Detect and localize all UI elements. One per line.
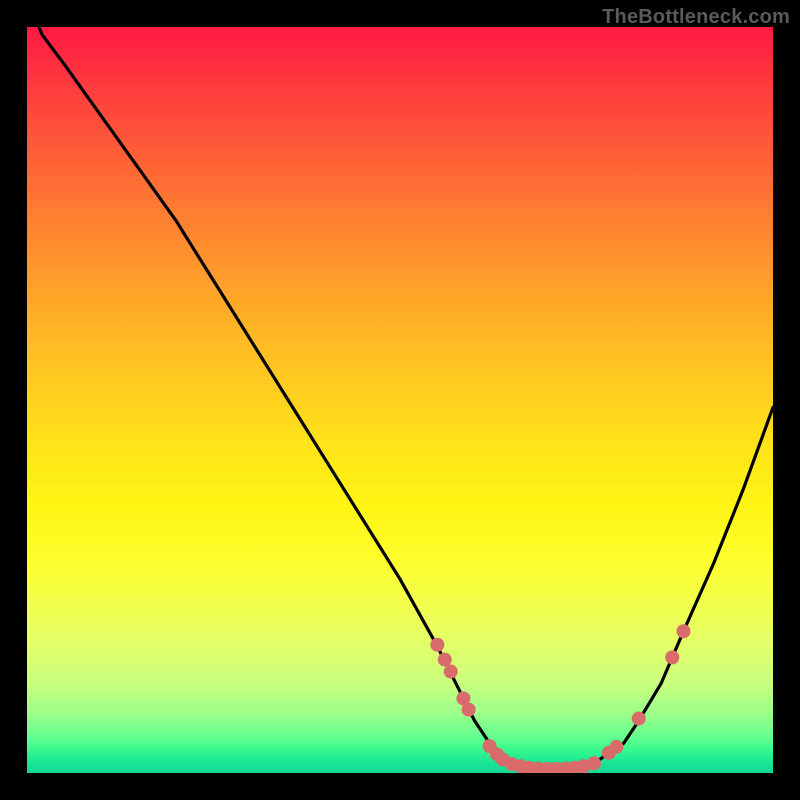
marker-dot — [522, 761, 536, 773]
curve-line — [27, 27, 773, 769]
marker-dot — [430, 638, 444, 652]
marker-dot — [496, 753, 510, 767]
marker-dot — [550, 762, 564, 773]
marker-dot — [483, 739, 497, 753]
marker-dot — [541, 762, 555, 773]
marker-dot — [568, 761, 582, 773]
marker-dot — [444, 665, 458, 679]
marker-dot — [462, 703, 476, 717]
marker-dot — [505, 757, 519, 771]
marker-dot — [676, 624, 690, 638]
marker-dot — [514, 759, 528, 773]
chart-plot-area — [27, 27, 773, 773]
marker-dot — [531, 762, 545, 773]
marker-dot — [438, 653, 452, 667]
marker-dots — [430, 624, 690, 773]
marker-dot — [587, 756, 601, 770]
marker-dot — [456, 691, 470, 705]
marker-dot — [602, 746, 616, 760]
marker-dot — [632, 712, 646, 726]
marker-dot — [490, 747, 504, 761]
marker-dot — [665, 650, 679, 664]
marker-dot — [559, 762, 573, 773]
watermark-text: TheBottleneck.com — [602, 6, 790, 29]
marker-dot — [577, 759, 591, 773]
chart-svg — [27, 27, 773, 773]
marker-dot — [609, 740, 623, 754]
